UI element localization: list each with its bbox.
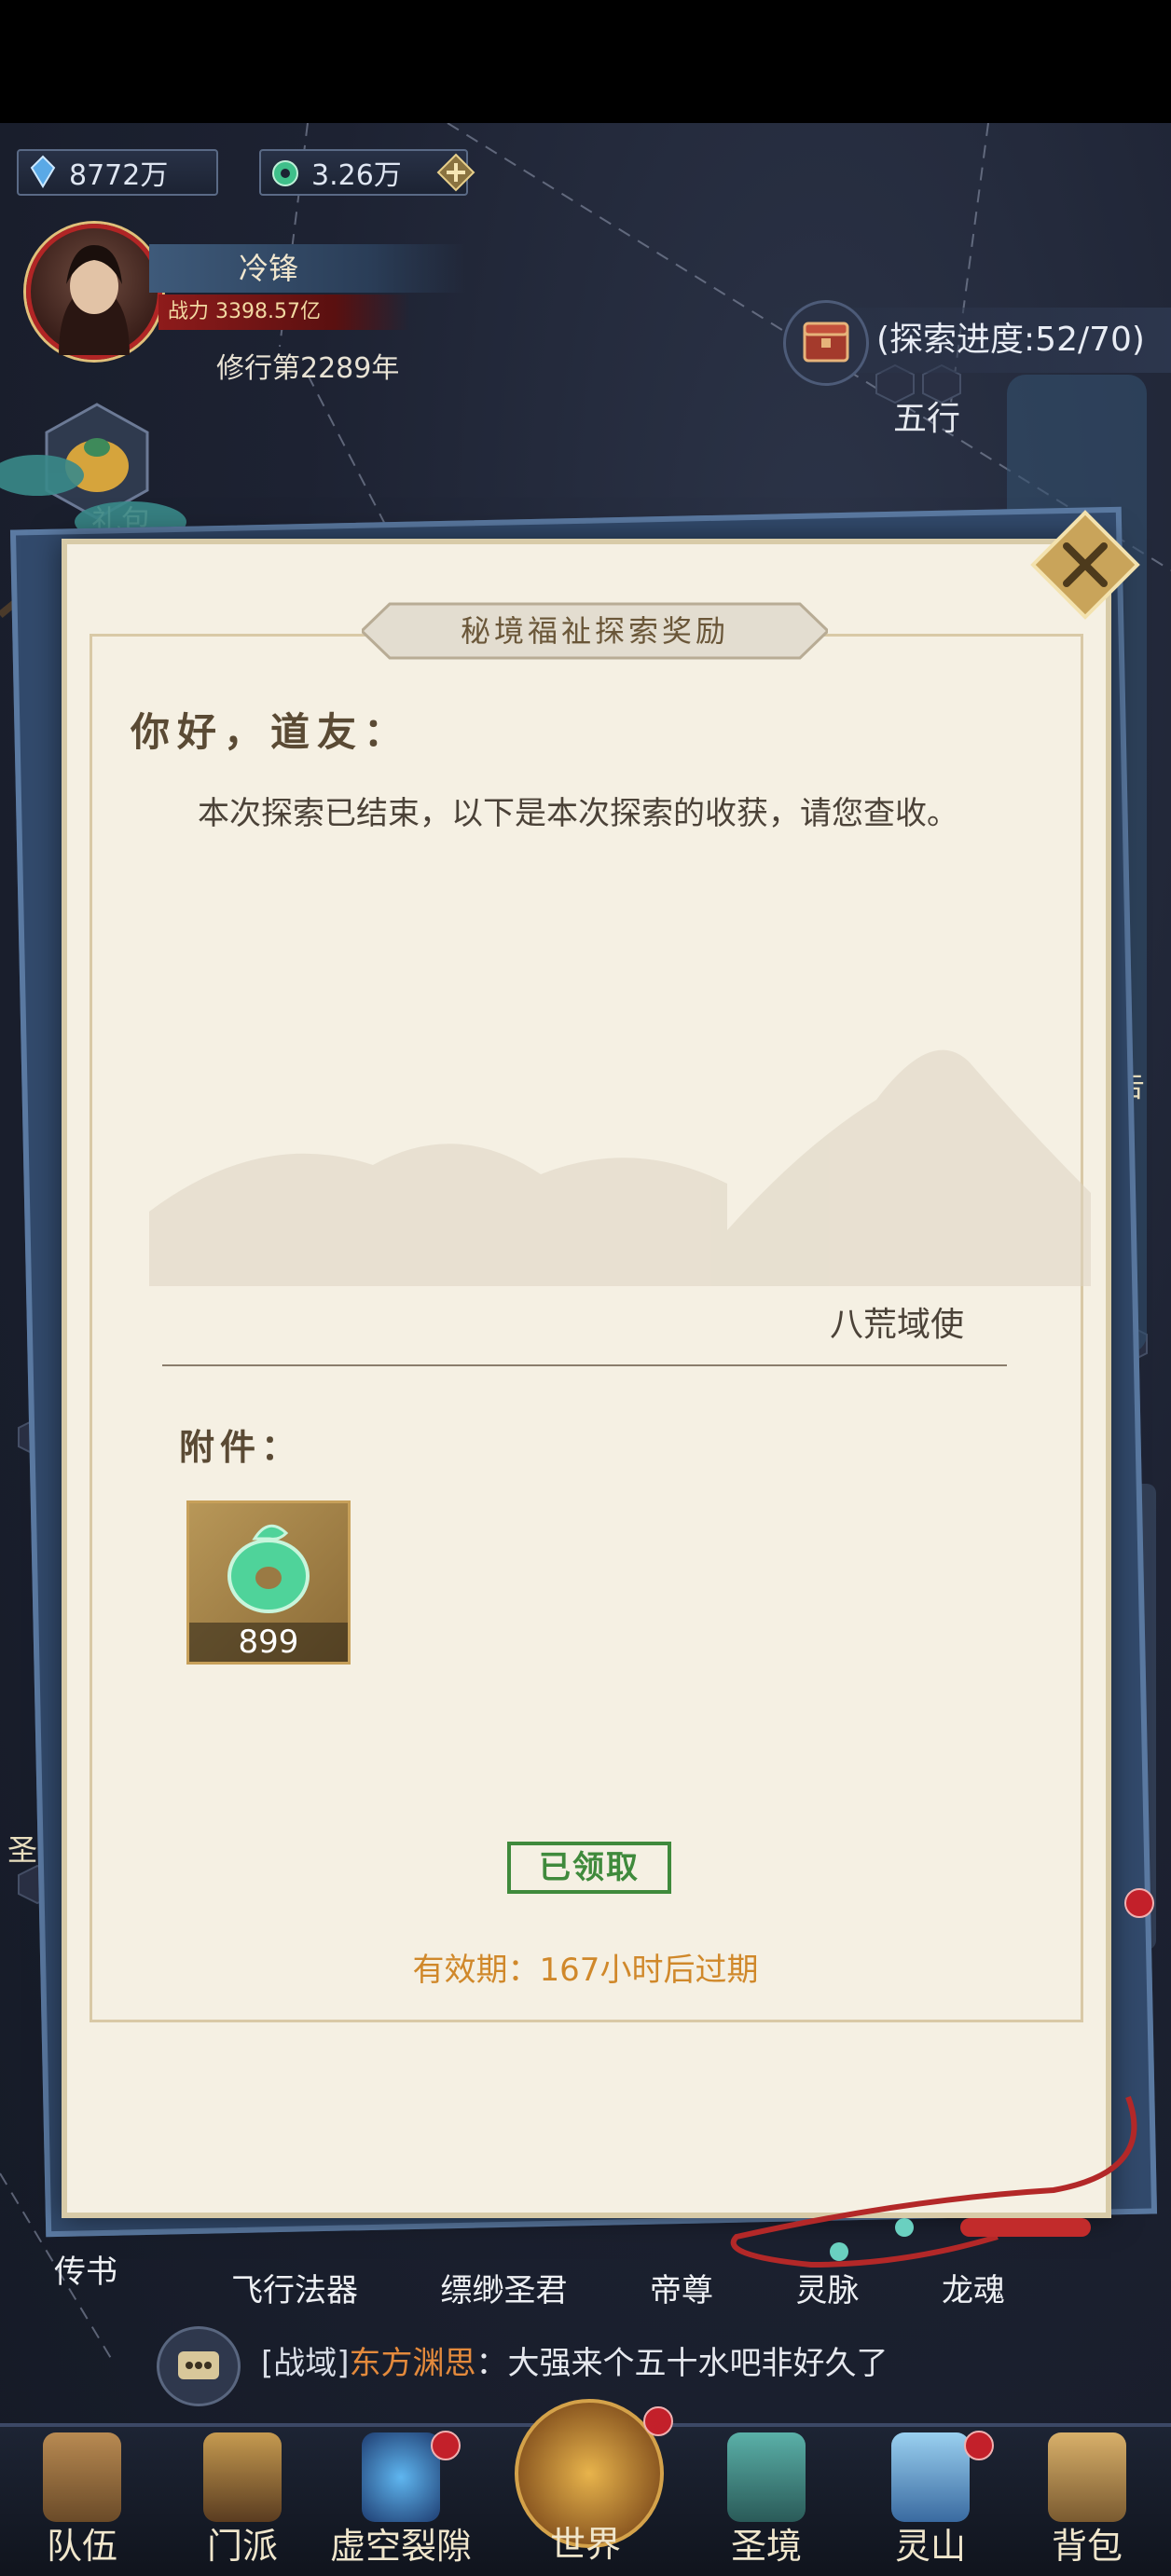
chat-ticker[interactable]: [战域]东方渊思：大强来个五十水吧非好久了 xyxy=(157,2330,996,2397)
player-avatar[interactable] xyxy=(26,224,162,360)
dialog-title: 秘境福祉探索奖励 xyxy=(362,600,828,662)
portrait-icon xyxy=(59,245,130,355)
subnav-flying-artifact[interactable]: 飞行法器 xyxy=(231,2255,358,2326)
mail-body: 本次探索已结束，以下是本次探索的收获，请您查收。 xyxy=(198,795,958,832)
mail-divider xyxy=(162,1364,1007,1366)
chat-message: ：大强来个五十水吧非好久了 xyxy=(475,2345,889,2382)
notification-dot xyxy=(431,2431,461,2460)
attachment-item-jade[interactable]: 899 xyxy=(186,1500,351,1665)
nav-sect[interactable]: 门派 xyxy=(177,2427,308,2576)
explore-progress[interactable]: (探索进度:52/70) xyxy=(783,300,1171,386)
nav-sect-label: 门派 xyxy=(206,2526,278,2567)
mail-signer: 八荒域使 xyxy=(830,1306,965,1344)
subnav-emperor[interactable]: 帝尊 xyxy=(650,2255,713,2326)
jade-dragon-icon xyxy=(227,1524,310,1613)
claimed-stamp: 已领取 xyxy=(507,1842,671,1894)
nav-void-rift-label: 虚空裂隙 xyxy=(329,2526,472,2567)
notification-dot xyxy=(964,2431,994,2460)
subnav-piaomiao[interactable]: 缥缈圣君 xyxy=(441,2255,568,2326)
expiry-text: 有效期：167小时后过期 xyxy=(412,1952,759,1989)
close-icon[interactable] xyxy=(1029,509,1141,621)
status-bar xyxy=(0,0,1171,123)
nav-holy-realm-label: 圣境 xyxy=(730,2526,802,2567)
wuxing-label[interactable]: 五行 xyxy=(893,391,960,440)
crystal-icon xyxy=(30,155,56,188)
greeting: 你好，道友： xyxy=(131,709,411,755)
dialog-title-text: 秘境福祉探索奖励 xyxy=(460,613,729,649)
subnav-dragon-soul[interactable]: 龙魂 xyxy=(942,2255,1005,2326)
nav-world-label: 世界 xyxy=(549,2524,621,2565)
cultivation-years: 修行第2289年 xyxy=(216,352,400,385)
chuanshu-label[interactable]: 传书 xyxy=(54,2246,117,2292)
notification-dot xyxy=(643,2406,673,2436)
notification-dot xyxy=(1124,1888,1154,1918)
red-cord-decoration xyxy=(730,2095,1137,2268)
spirit-mountain-icon xyxy=(891,2432,970,2522)
jade-counter[interactable]: 3.26万 xyxy=(259,149,475,196)
sub-nav: 飞行法器 缥缈圣君 帝尊 灵脉 龙魂 xyxy=(231,2255,1005,2326)
treasure-chest-icon xyxy=(783,300,869,386)
nav-team-label: 队伍 xyxy=(46,2526,117,2567)
nav-team[interactable]: 队伍 xyxy=(17,2427,147,2576)
jade-icon xyxy=(272,160,298,186)
chat-sender[interactable]: 东方渊思 xyxy=(350,2345,476,2382)
holy-realm-icon xyxy=(727,2432,806,2522)
sect-icon xyxy=(203,2432,282,2522)
spirit-stone-counter[interactable]: 8772万 xyxy=(17,149,218,196)
bag-icon xyxy=(1048,2432,1126,2522)
nav-bag[interactable]: 背包 xyxy=(1022,2427,1152,2576)
nav-holy-realm[interactable]: 圣境 xyxy=(701,2427,832,2576)
nav-world[interactable]: 世界 xyxy=(511,2399,664,2572)
ink-mountains xyxy=(149,1049,1091,1286)
nav-spirit-mountain-label: 灵山 xyxy=(894,2526,966,2567)
side-label-left: 圣 xyxy=(7,1832,38,1868)
combat-power: 战力 3398.57亿 xyxy=(158,295,410,330)
subnav-spirit-vein[interactable]: 灵脉 xyxy=(796,2255,860,2326)
attachment-label: 附件： xyxy=(179,1426,303,1468)
nav-bag-label: 背包 xyxy=(1051,2526,1123,2567)
chat-channel: [战域] xyxy=(261,2345,350,2382)
explore-progress-text: (探索进度:52/70) xyxy=(876,321,1145,359)
team-icon xyxy=(43,2432,121,2522)
player-name: 冷锋 xyxy=(149,244,466,293)
void-rift-icon xyxy=(362,2432,440,2522)
add-jade-icon[interactable] xyxy=(436,153,475,192)
attachment-quantity: 899 xyxy=(189,1623,348,1662)
